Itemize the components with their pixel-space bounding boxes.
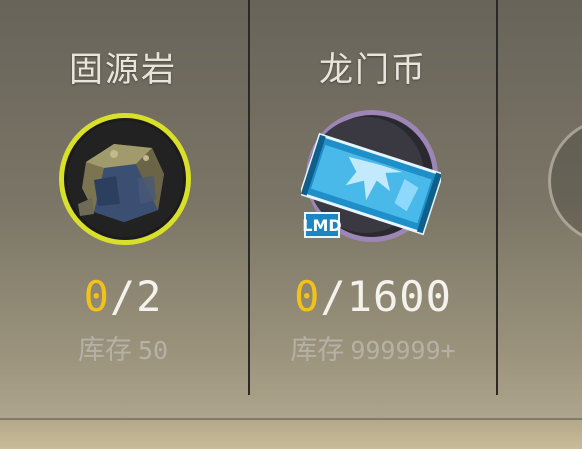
stock-label: 库存 <box>77 335 132 366</box>
material-icon-frame <box>59 113 191 245</box>
material-card-orirock[interactable]: 固源岩 0/2 库存 50 <box>0 0 246 395</box>
material-icon-frame: LMD <box>301 110 441 242</box>
material-icon-frame <box>548 118 582 244</box>
material-count: 0/2 <box>0 272 246 321</box>
required-count: /1600 <box>320 272 452 321</box>
stock-line: 库存 999999+ <box>250 328 496 367</box>
required-count: /2 <box>109 272 163 321</box>
stock-value: 999999+ <box>350 336 456 365</box>
material-name: 龙门币 <box>319 50 427 90</box>
rock-icon <box>67 121 183 237</box>
lmd-ticket-icon: LMD <box>301 117 441 238</box>
material-card-partial[interactable] <box>498 0 582 395</box>
owned-count: 0 <box>294 272 321 321</box>
stock-value: 50 <box>137 336 169 365</box>
stock-label: 库存 <box>290 335 345 366</box>
svg-text:LMD: LMD <box>302 216 341 235</box>
bottom-band <box>0 420 582 449</box>
material-card-lmd[interactable]: 龙门币 LMD 0/1600 库存 999999+ <box>250 0 496 395</box>
stock-line: 库存 50 <box>0 328 246 367</box>
material-count: 0/1600 <box>250 272 496 321</box>
owned-count: 0 <box>83 272 110 321</box>
material-name: 固源岩 <box>69 50 177 90</box>
